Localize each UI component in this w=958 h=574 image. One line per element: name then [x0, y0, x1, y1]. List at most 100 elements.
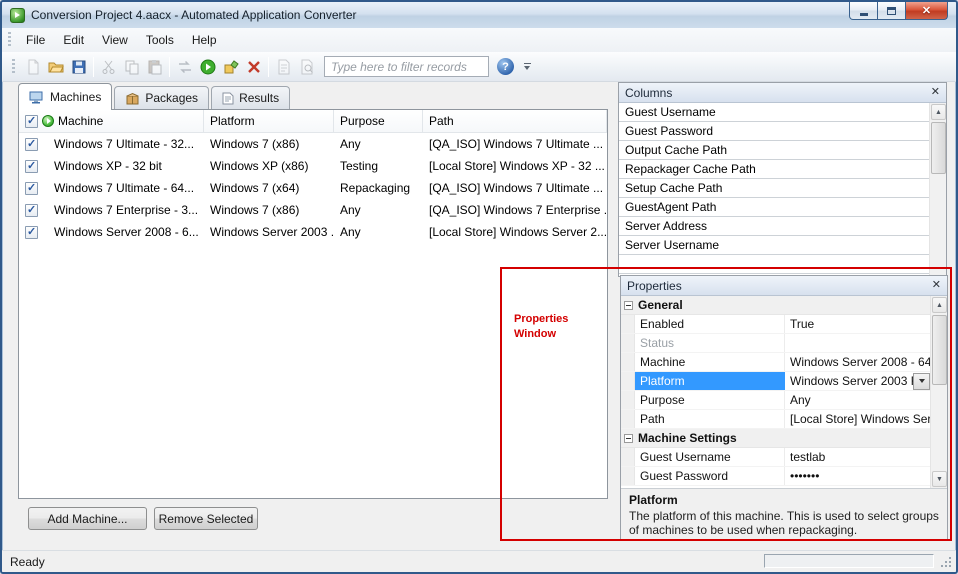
save-button[interactable] — [67, 55, 90, 78]
property-row-guest-password[interactable]: Guest Password ••••••• — [621, 467, 930, 486]
property-value — [785, 334, 930, 352]
machine-row[interactable]: Windows 7 Ultimate - 32... Windows 7 (x8… — [19, 133, 607, 155]
property-value[interactable]: [Local Store] Windows Ser — [785, 410, 930, 428]
row-checkbox[interactable] — [25, 138, 38, 151]
machine-row[interactable]: Windows 7 Ultimate - 64... Windows 7 (x6… — [19, 177, 607, 199]
menu-edit[interactable]: Edit — [54, 29, 93, 51]
row-checkbox[interactable] — [25, 182, 38, 195]
platform-dropdown-button[interactable] — [913, 373, 930, 390]
property-value[interactable]: True — [785, 315, 930, 333]
column-item[interactable]: Guest Password — [619, 122, 929, 141]
column-header-purpose[interactable]: Purpose — [334, 110, 423, 132]
cut-button[interactable] — [97, 55, 120, 78]
property-row-guest-username[interactable]: Guest Username testlab — [621, 448, 930, 467]
close-icon: ✕ — [922, 4, 931, 17]
scroll-down-button[interactable]: ▼ — [932, 471, 947, 487]
column-item[interactable]: Repackager Cache Path — [619, 160, 929, 179]
collapse-icon[interactable] — [624, 434, 633, 443]
row-checkbox[interactable] — [25, 226, 38, 239]
resize-grip[interactable] — [949, 565, 951, 567]
column-item-partial[interactable] — [619, 255, 929, 274]
property-row-machine[interactable]: Machine Windows Server 2008 - 64 — [621, 353, 930, 372]
properties-close-icon[interactable]: ✕ — [932, 280, 941, 291]
build-button[interactable] — [219, 55, 242, 78]
toolbar: ? — [2, 52, 956, 82]
column-item[interactable]: GuestAgent Path — [619, 198, 929, 217]
status-orb-icon — [42, 115, 54, 127]
select-all-checkbox[interactable] — [25, 115, 38, 128]
property-value[interactable]: testlab — [785, 448, 930, 466]
titlebar[interactable]: Conversion Project 4.aacx - Automated Ap… — [2, 2, 956, 28]
maximize-button[interactable] — [878, 2, 905, 20]
app-window: Conversion Project 4.aacx - Automated Ap… — [0, 0, 958, 574]
remove-selected-button[interactable]: Remove Selected — [154, 507, 258, 530]
property-row-status[interactable]: Status — [621, 334, 930, 353]
scroll-up-button[interactable]: ▲ — [931, 104, 946, 120]
menu-view[interactable]: View — [93, 29, 137, 51]
menu-gripper[interactable] — [8, 32, 11, 48]
tab-packages[interactable]: Packages — [114, 86, 209, 109]
tab-results[interactable]: Results — [211, 86, 290, 109]
columns-panel: Columns ✕ Guest Username Guest Password … — [618, 82, 947, 277]
collapse-icon[interactable] — [624, 301, 633, 310]
column-item[interactable]: Server Address — [619, 217, 929, 236]
property-grid: General Enabled True Status Machine Wind… — [621, 296, 947, 488]
scroll-up-button[interactable]: ▲ — [932, 297, 947, 313]
properties-scrollbar[interactable]: ▲ ▼ — [930, 296, 947, 488]
help-icon: ? — [502, 61, 509, 73]
log-button[interactable] — [295, 55, 318, 78]
scroll-thumb[interactable] — [931, 122, 946, 174]
run-button[interactable] — [196, 55, 219, 78]
close-button[interactable]: ✕ — [905, 2, 948, 20]
columns-close-icon[interactable]: ✕ — [931, 87, 940, 98]
machine-row[interactable]: Windows 7 Enterprise - 3... Windows 7 (x… — [19, 199, 607, 221]
column-item[interactable]: Setup Cache Path — [619, 179, 929, 198]
cancel-button[interactable] — [242, 55, 265, 78]
column-header-platform[interactable]: Platform — [204, 110, 334, 132]
toolbar-gripper[interactable] — [12, 59, 15, 75]
column-item[interactable]: Server Username — [619, 236, 929, 255]
paste-icon — [147, 59, 163, 75]
property-row-platform[interactable]: Platform Windows Server 2003 R — [621, 372, 930, 391]
property-row-enabled[interactable]: Enabled True — [621, 315, 930, 334]
property-value[interactable]: Windows Server 2008 - 64 — [785, 353, 930, 371]
menu-file[interactable]: File — [17, 29, 54, 51]
column-header-machine[interactable]: Machine — [19, 110, 204, 132]
report-icon — [276, 59, 292, 75]
add-machine-button[interactable]: Add Machine... — [28, 507, 147, 530]
sync-button[interactable] — [173, 55, 196, 78]
property-value[interactable]: Windows Server 2003 R — [785, 372, 930, 390]
toolbar-separator — [169, 57, 170, 77]
machine-row[interactable]: Windows XP - 32 bit Windows XP (x86) Tes… — [19, 155, 607, 177]
column-item[interactable]: Output Cache Path — [619, 141, 929, 160]
copy-button[interactable] — [120, 55, 143, 78]
category-general[interactable]: General — [621, 296, 930, 315]
column-item[interactable]: Guest Username — [619, 103, 929, 122]
property-row-purpose[interactable]: Purpose Any — [621, 391, 930, 410]
scroll-thumb[interactable] — [932, 315, 947, 385]
tab-machines[interactable]: Machines — [18, 83, 112, 110]
filter-records-input[interactable] — [324, 56, 489, 77]
column-header-path[interactable]: Path — [423, 110, 607, 132]
row-checkbox[interactable] — [25, 204, 38, 217]
chevron-down-icon — [919, 379, 925, 383]
paste-button[interactable] — [143, 55, 166, 78]
property-value[interactable]: ••••••• — [785, 467, 930, 485]
properties-panel-titlebar[interactable]: Properties ✕ — [621, 276, 947, 296]
report-button[interactable] — [272, 55, 295, 78]
machine-row[interactable]: Windows Server 2008 - 6... Windows Serve… — [19, 221, 607, 243]
machines-list: Machine Platform Purpose Path Windows 7 … — [18, 109, 608, 499]
help-button[interactable]: ? — [497, 58, 514, 75]
row-checkbox[interactable] — [25, 160, 38, 173]
menu-tools[interactable]: Tools — [137, 29, 183, 51]
menu-help[interactable]: Help — [183, 29, 226, 51]
property-row-path[interactable]: Path [Local Store] Windows Ser — [621, 410, 930, 429]
property-value[interactable]: Any — [785, 391, 930, 409]
category-machine-settings[interactable]: Machine Settings — [621, 429, 930, 448]
toolbar-overflow-button[interactable] — [520, 56, 534, 78]
minimize-button[interactable] — [849, 2, 878, 20]
columns-scrollbar[interactable]: ▲ — [929, 103, 946, 276]
columns-panel-titlebar[interactable]: Columns ✕ — [619, 83, 946, 103]
new-button[interactable] — [21, 55, 44, 78]
open-button[interactable] — [44, 55, 67, 78]
